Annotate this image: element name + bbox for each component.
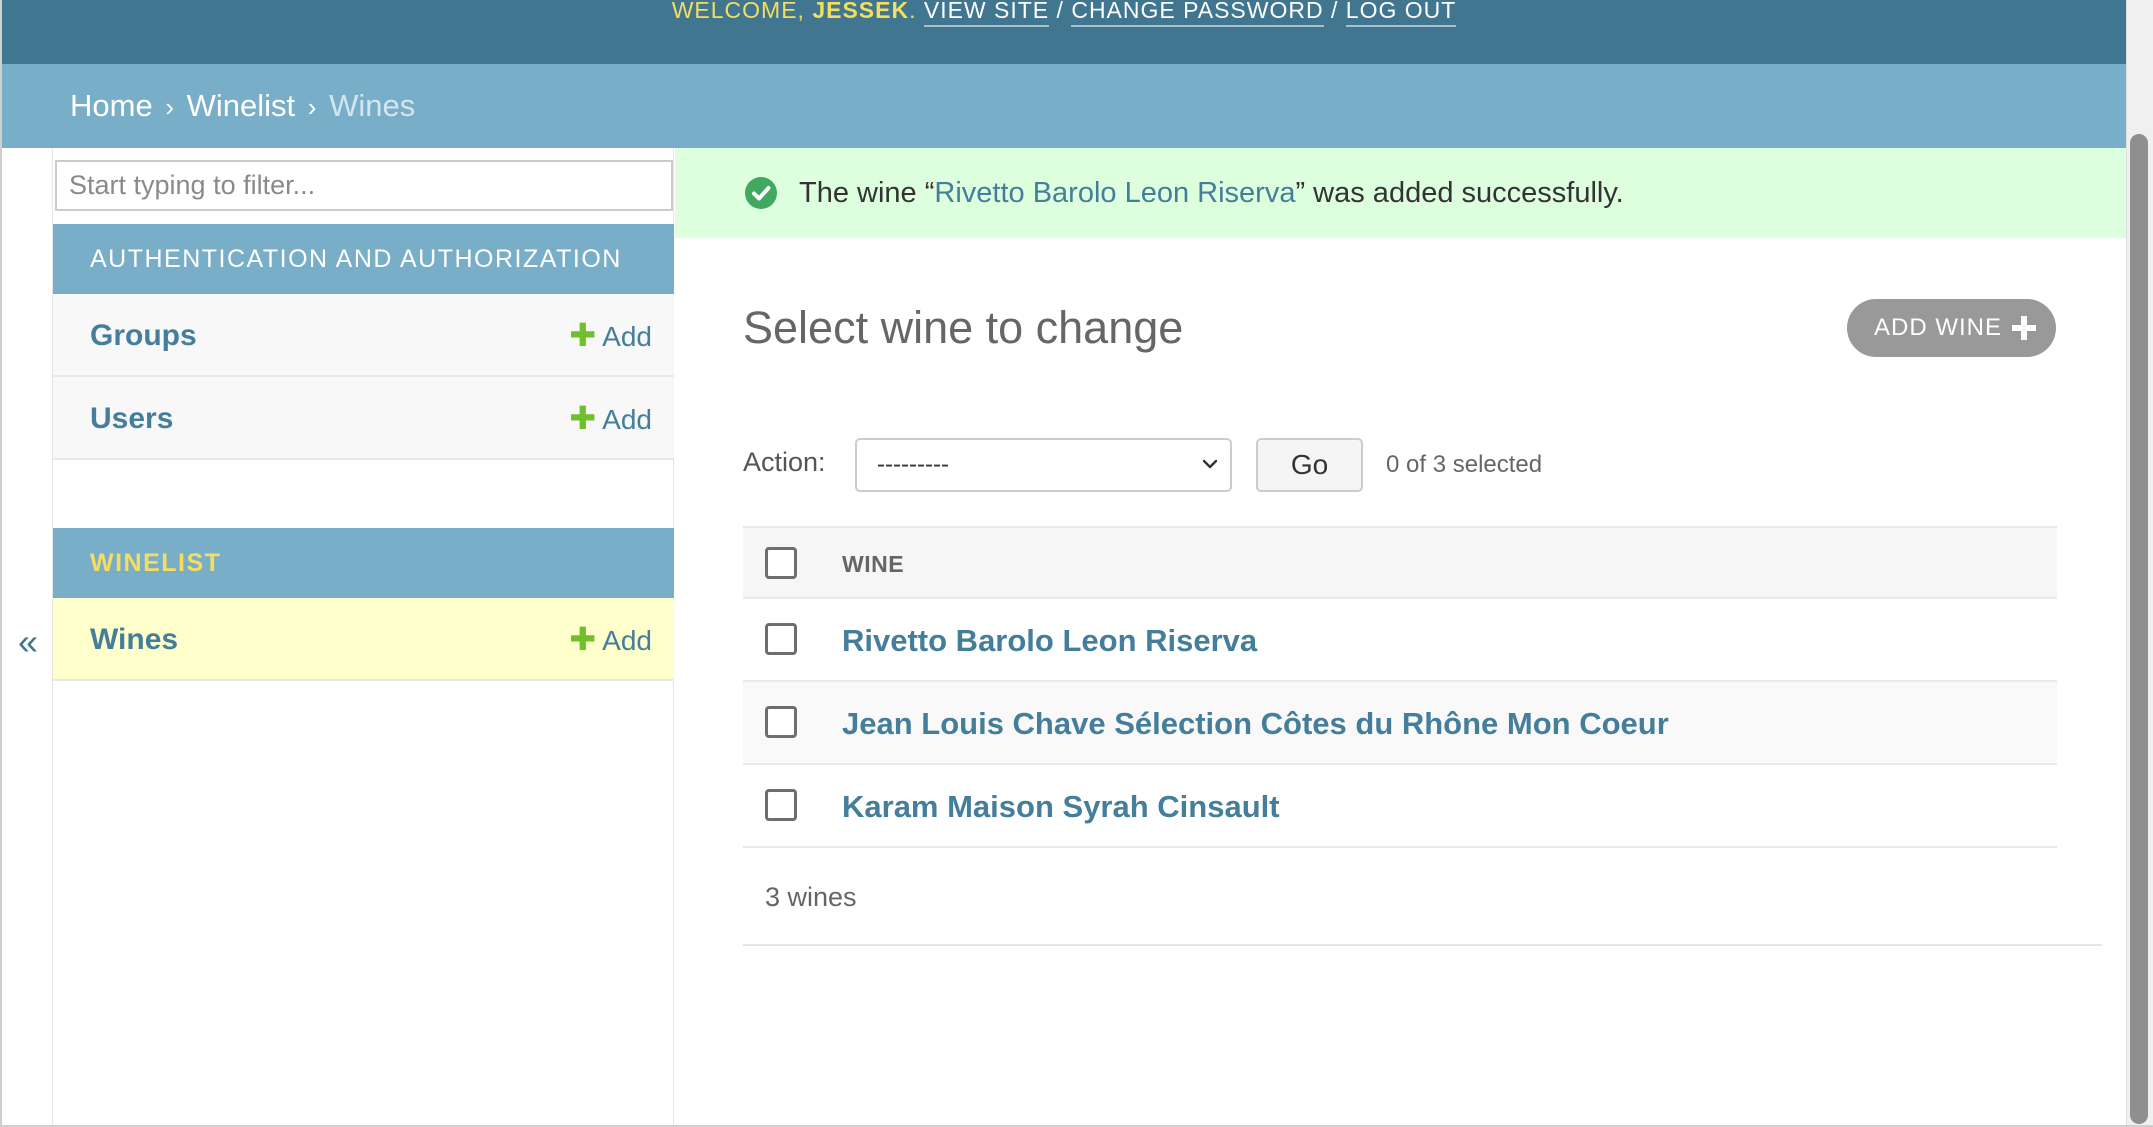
success-check-icon	[745, 177, 777, 209]
selection-counter: 0 of 3 selected	[1386, 451, 1543, 478]
chevron-down-icon	[1202, 459, 1218, 469]
user-tools: WELCOME, JESSEK. VIEW SITE / CHANGE PASS…	[2, 0, 2126, 28]
sidebar-item-users: Users ✚ Add	[53, 377, 674, 460]
breadcrumb: Home › Winelist › Wines	[2, 64, 2126, 148]
row-checkbox[interactable]	[765, 706, 797, 738]
paginator: 3 wines	[743, 848, 2102, 946]
scrollbar-thumb[interactable]	[2130, 134, 2148, 1124]
add-label: Add	[602, 404, 652, 435]
header: WELCOME, JESSEK. VIEW SITE / CHANGE PASS…	[2, 0, 2126, 64]
plus-icon: ✚	[569, 400, 597, 436]
breadcrumb-separator: ›	[307, 92, 317, 122]
log-out-link[interactable]: LOG OUT	[1345, 0, 1457, 27]
sidebar-item-users-link[interactable]: Users	[90, 377, 173, 460]
sidebar-filter-input[interactable]	[55, 160, 673, 211]
row-checkbox[interactable]	[765, 623, 797, 655]
message-text: The wine “Rivetto Barolo Leon Riserva” w…	[799, 148, 1624, 238]
wine-link[interactable]: Jean Louis Chave Sélection Côtes du Rhôn…	[842, 682, 1669, 765]
table-header: WINE	[743, 526, 2057, 599]
row-checkbox[interactable]	[765, 789, 797, 821]
module-caption-auth[interactable]: AUTHENTICATION AND AUTHORIZATION	[53, 224, 674, 294]
plus-icon: ✚	[569, 317, 597, 353]
success-message: The wine “Rivetto Barolo Leon Riserva” w…	[675, 148, 2126, 238]
add-wine-button[interactable]: ADD WINE	[1847, 299, 2056, 357]
add-label: Add	[602, 625, 652, 656]
add-wine-link[interactable]: ✚ Add	[569, 598, 652, 682]
add-group-link[interactable]: ✚ Add	[569, 294, 652, 378]
view-site-link[interactable]: VIEW SITE	[923, 0, 1050, 27]
module-caption-winelist[interactable]: WINELIST	[53, 528, 674, 598]
add-label: Add	[602, 321, 652, 352]
action-label: Action:	[743, 447, 826, 477]
page-title: Select wine to change	[743, 302, 1184, 353]
username-period: .	[909, 0, 917, 23]
breadcrumb-separator: ›	[165, 92, 174, 122]
table-row: Jean Louis Chave Sélection Côtes du Rhôn…	[743, 682, 2057, 765]
breadcrumb-current: Wines	[329, 88, 416, 123]
add-wine-button-label: ADD WINE	[1874, 314, 2002, 341]
sidebar-item-groups: Groups ✚ Add	[53, 294, 674, 377]
table-row: Rivetto Barolo Leon Riserva	[743, 599, 2057, 682]
plus-icon: ✚	[569, 621, 597, 657]
separator: /	[1331, 0, 1339, 23]
action-selected-value: ---------	[877, 451, 949, 478]
sidebar-item-wines-link[interactable]: Wines	[90, 598, 178, 681]
message-wine-link[interactable]: Rivetto Barolo Leon Riserva	[934, 177, 1295, 209]
go-button[interactable]: Go	[1256, 438, 1363, 492]
username: JESSEK	[812, 0, 910, 23]
change-password-link[interactable]: CHANGE PASSWORD	[1071, 0, 1324, 27]
message-suffix: ” was added successfully.	[1295, 177, 1624, 209]
select-all-checkbox[interactable]	[765, 547, 797, 579]
plus-icon	[2012, 316, 2036, 340]
add-user-link[interactable]: ✚ Add	[569, 377, 652, 461]
wine-link[interactable]: Rivetto Barolo Leon Riserva	[842, 599, 1257, 682]
sidebar: AUTHENTICATION AND AUTHORIZATION Groups …	[53, 148, 674, 1125]
column-header-wine[interactable]: WINE	[842, 528, 904, 601]
welcome-label: WELCOME,	[671, 0, 805, 23]
message-prefix: The wine “	[799, 177, 935, 209]
wine-link[interactable]: Karam Maison Syrah Cinsault	[842, 765, 1280, 848]
sidebar-item-groups-link[interactable]: Groups	[90, 294, 197, 377]
separator: /	[1056, 0, 1064, 23]
breadcrumb-home[interactable]: Home	[70, 88, 153, 123]
sidebar-item-wines: Wines ✚ Add	[53, 598, 674, 681]
breadcrumb-winelist[interactable]: Winelist	[187, 88, 296, 123]
browser-viewport: WELCOME, JESSEK. VIEW SITE / CHANGE PASS…	[0, 0, 2153, 1127]
action-select[interactable]: ---------	[855, 438, 1232, 492]
toggle-sidebar-button[interactable]: «	[14, 622, 42, 662]
table-row: Karam Maison Syrah Cinsault	[743, 765, 2057, 848]
